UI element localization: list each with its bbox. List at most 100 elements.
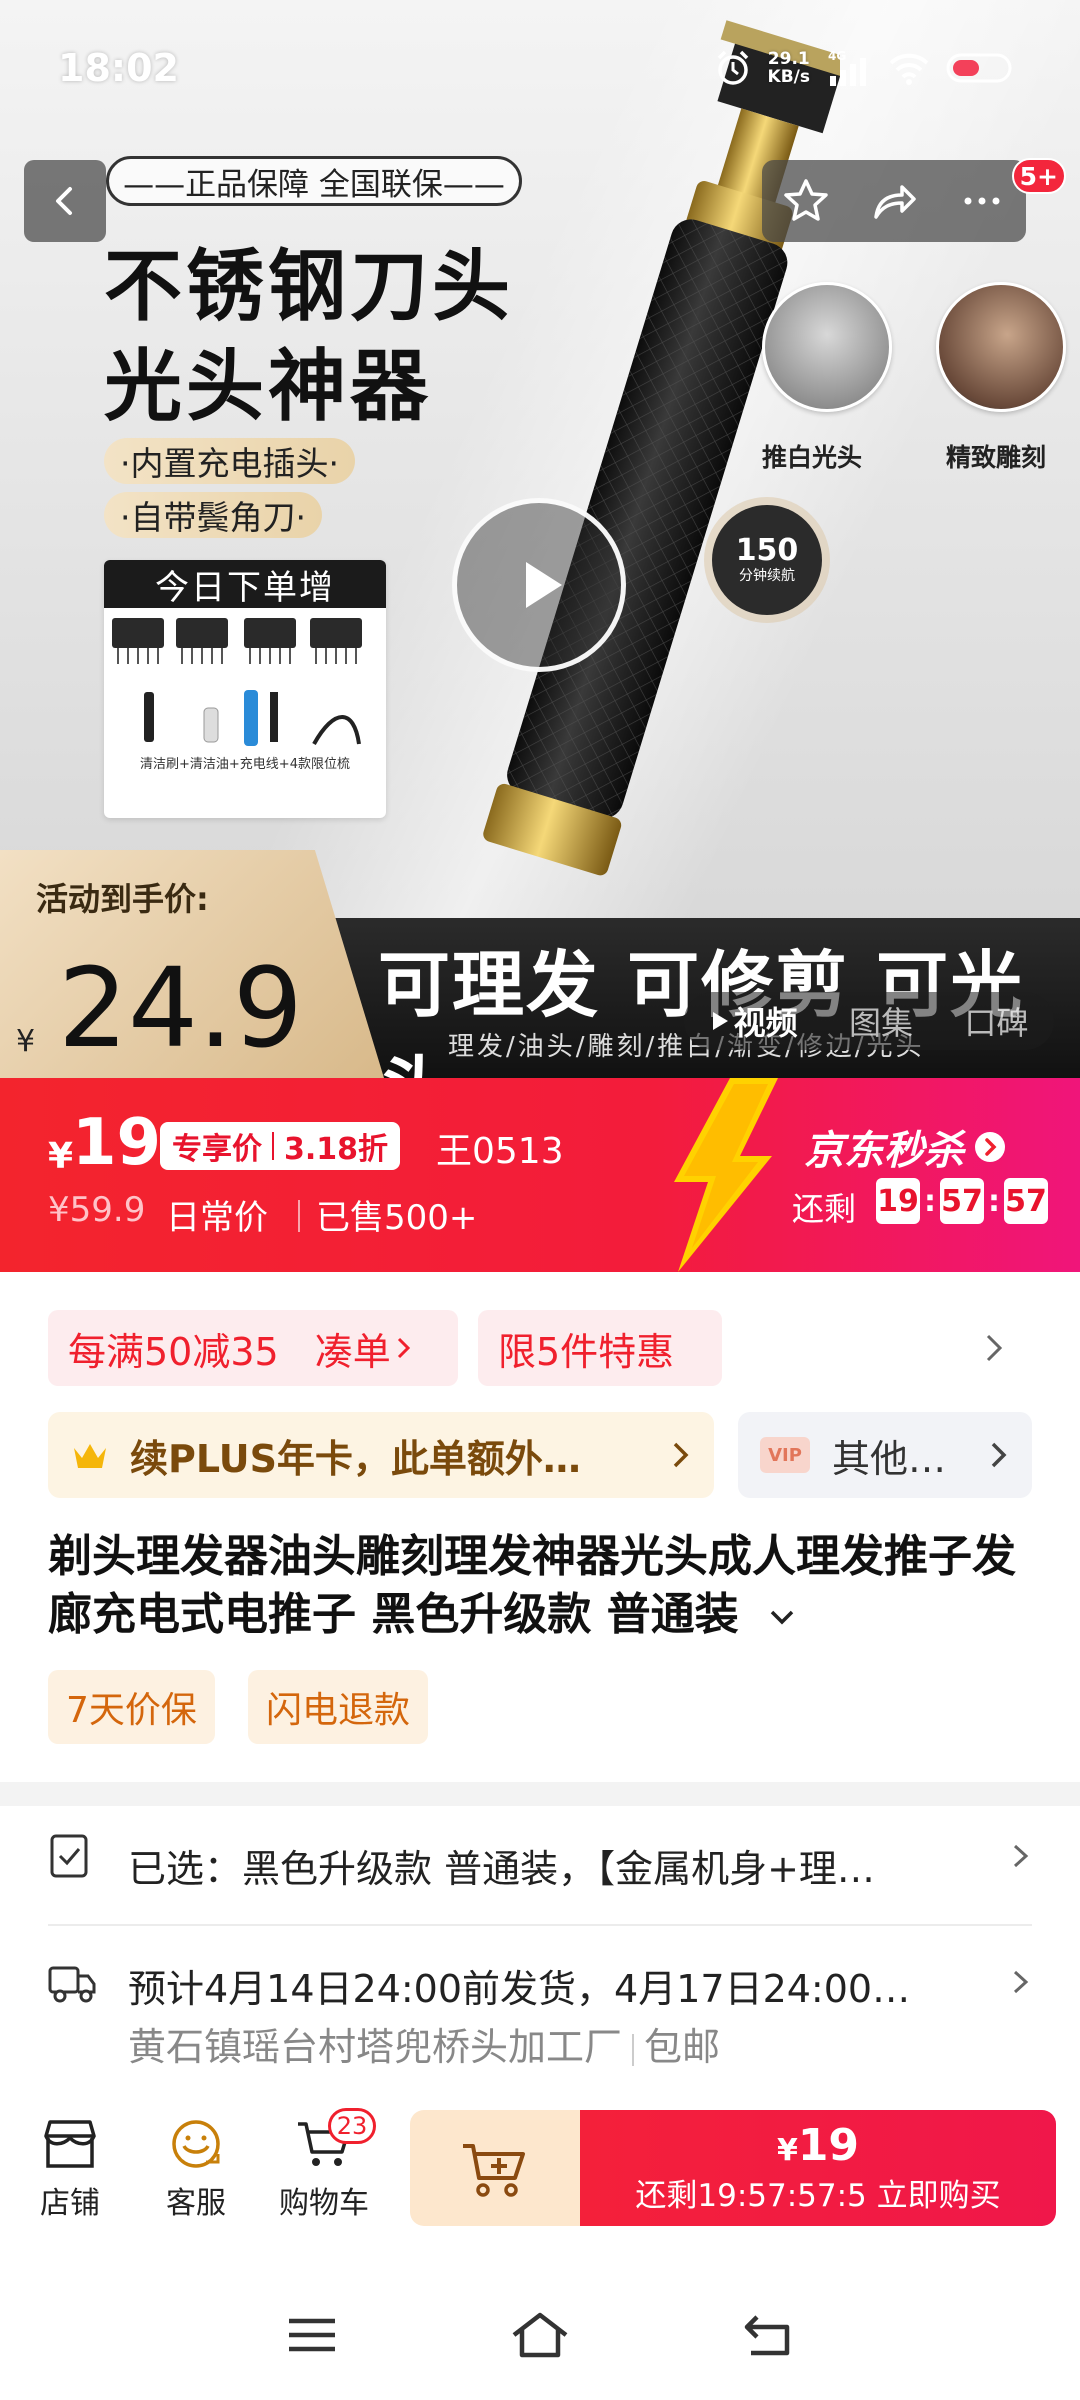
battery-label: 分钟续航 [739, 568, 795, 584]
fast-refund-tag[interactable]: 闪电退款 [248, 1670, 429, 1744]
seckill-price-band: ¥ 19 专享价 3.18折 王0513 ¥59.9 日常价 已售500+ 京东… [0, 1078, 1080, 1272]
original-price: ¥59.9 [48, 1190, 146, 1230]
customer-service-icon [172, 2120, 220, 2168]
signal-icon: 4G [828, 49, 866, 86]
headline-line-1: 不锈钢刀头 [104, 242, 515, 332]
activity-price-currency: ¥ [16, 1024, 36, 1059]
back-button[interactable] [24, 160, 106, 242]
add-to-cart-icon [463, 2144, 525, 2197]
delivery-truck-icon [48, 1966, 96, 2003]
network-type: 4G [828, 49, 846, 63]
style-thumbnail-carving [936, 282, 1066, 412]
chevron-left-icon [56, 187, 72, 215]
play-video-button[interactable] [452, 498, 626, 672]
price-divider [298, 1200, 300, 1232]
vip-tag: VIP [760, 1437, 810, 1473]
alarm-icon [717, 50, 748, 85]
customer-service-button[interactable]: 客服 [146, 2116, 246, 2222]
chevron-down-icon[interactable] [768, 1607, 796, 1627]
favorite-star-icon[interactable] [780, 175, 832, 227]
shipping-row[interactable]: 预计4月14日24:00前发货，4月17日24:00… 黄石镇瑶台村塔兜桥头加工… [48, 1958, 1032, 2078]
shipping-origin-text: 黄石镇瑶台村塔兜桥头加工厂 [128, 2025, 623, 2069]
guarantee-banner: ——正品保障 全国联保—— [106, 156, 522, 206]
countdown-label: 还剩 [792, 1190, 857, 1228]
status-time: 18:02 [58, 46, 179, 90]
chevron-right-icon[interactable] [982, 1326, 1008, 1370]
buy-now-label: 还剩19:57:57:5 立即购买 [635, 2177, 1001, 2214]
store-button[interactable]: 店铺 [20, 2116, 120, 2222]
add-to-cart-button[interactable] [410, 2110, 580, 2226]
crown-icon [74, 1444, 106, 1468]
countdown-colon: : [924, 1183, 936, 1219]
cart-label: 购物车 [279, 2186, 369, 2221]
headline-line-2: 光头神器 [104, 342, 433, 432]
net-speed-value: 29.1 [767, 49, 810, 69]
free-shipping: 包邮 [644, 2025, 721, 2069]
chevron-right-icon [673, 1442, 689, 1468]
style-thumbnail-bald [762, 282, 892, 412]
battery-icon [946, 53, 1012, 83]
net-speed: 29.1 KB/s [768, 50, 810, 86]
home-icon[interactable] [508, 2309, 572, 2361]
promo-threshold-discount[interactable]: 每满50减35 凑单 [48, 1310, 458, 1386]
feature-pill-charging: ·内置充电插头· [104, 438, 355, 484]
product-title-text: 剃头理发器油头雕刻理发神器光头成人理发推子发廊充电式电推子 黑色升级款 普通装 [48, 1531, 1016, 1640]
back-nav-icon[interactable] [741, 2311, 795, 2359]
product-title[interactable]: 剃头理发器油头雕刻理发神器光头成人理发推子发廊充电式电推子 黑色升级款 普通装 [48, 1528, 1038, 1644]
make-up-order-label: 凑单 [314, 1329, 391, 1374]
activity-price-label: 活动到手价: [36, 880, 209, 918]
gift-items-image: 清洁刷+清洁油+充电线+4款限位梳 [104, 608, 386, 778]
buy-now-currency: ¥ [776, 2132, 798, 2168]
gift-title: 今日下单增 [104, 560, 386, 608]
current-price: 19 [72, 1106, 162, 1180]
more-badge: 5+ [1011, 158, 1066, 194]
price-protect-tag[interactable]: 7天价保 [48, 1670, 215, 1744]
tag-separator [272, 1132, 274, 1160]
jd-seckill-label: 京东秒杀 [804, 1128, 964, 1174]
play-icon [526, 562, 562, 608]
plus-membership-bar[interactable]: 续PLUS年卡，此单额外… [48, 1412, 714, 1498]
countdown-hours: 19 [876, 1178, 920, 1224]
feature-pill-sideburn: ·自带鬓角刀· [104, 492, 322, 538]
tab-reviews[interactable]: 口碑 [964, 998, 1028, 1044]
wifi-icon [889, 53, 929, 85]
store-label: 店铺 [40, 2186, 100, 2221]
tab-video-label: 视频 [733, 1004, 798, 1042]
customer-service-label: 客服 [166, 2186, 226, 2221]
jd-seckill-link[interactable]: 京东秒杀 [804, 1118, 1006, 1176]
promo-limited-offer[interactable]: 限5件特惠 [478, 1310, 722, 1386]
gift-box: 今日下单增 清洁刷+清洁油+充电线+4款限位梳 [104, 560, 386, 818]
gift-caption: 清洁刷+清洁油+充电线+4款限位梳 [140, 757, 350, 772]
media-tabs: 视频 图集 口碑 [684, 992, 1054, 1050]
play-small-icon [712, 1012, 728, 1030]
cart-button[interactable]: 23 购物车 [274, 2108, 376, 2222]
battery-minutes: 150 [735, 533, 799, 568]
origin-divider [632, 2033, 635, 2066]
plus-membership-text: 续PLUS年卡，此单额外… [130, 1436, 581, 1481]
chevron-right-icon [1013, 1970, 1029, 1994]
more-icon[interactable] [956, 175, 1008, 227]
product-media-carousel[interactable]: 18:02 29.1 KB/s 4G 5+ ——正品保障 全国联保—— 不锈钢刀… [0, 0, 1080, 1078]
section-divider [0, 1782, 1080, 1806]
share-icon[interactable] [868, 175, 920, 227]
store-icon [44, 2120, 96, 2168]
shipping-origin: 黄石镇瑶台村塔兜桥头加工厂 包邮 [128, 2016, 720, 2071]
other-benefits-text: 其他… [832, 1436, 947, 1481]
make-up-order-link[interactable]: 凑单 [315, 1321, 413, 1376]
buy-now-button[interactable]: ¥19 还剩19:57:57:5 立即购买 [580, 2110, 1056, 2226]
other-benefits-bar[interactable]: VIP 其他… [738, 1412, 1032, 1498]
menu-icon[interactable] [285, 2315, 339, 2355]
status-bar: 18:02 29.1 KB/s 4G [0, 0, 1080, 140]
selected-spec-row[interactable]: 已选：黑色升级款 普通装，【金属机身+理… [48, 1832, 1032, 1898]
countdown-seconds: 57 [1004, 1178, 1048, 1224]
lightning-icon [674, 1078, 778, 1272]
chevron-right-icon [1013, 1844, 1029, 1868]
selected-spec-text: 已选：黑色升级款 普通装，【金属机身+理… [128, 1847, 875, 1891]
net-speed-unit: KB/s [767, 67, 810, 87]
bottom-action-bar: 店铺 客服 23 购物车 ¥19 还剩19:57:57:5 立即购买 [0, 2092, 1080, 2230]
tab-gallery-label: 图集 [848, 1004, 913, 1042]
tab-video[interactable]: 视频 [710, 998, 798, 1044]
chevron-right-icon [397, 1337, 410, 1359]
tab-gallery[interactable]: 图集 [849, 998, 913, 1044]
shipping-estimate: 预计4月14日24:00前发货，4月17日24:00… [128, 1967, 911, 2011]
